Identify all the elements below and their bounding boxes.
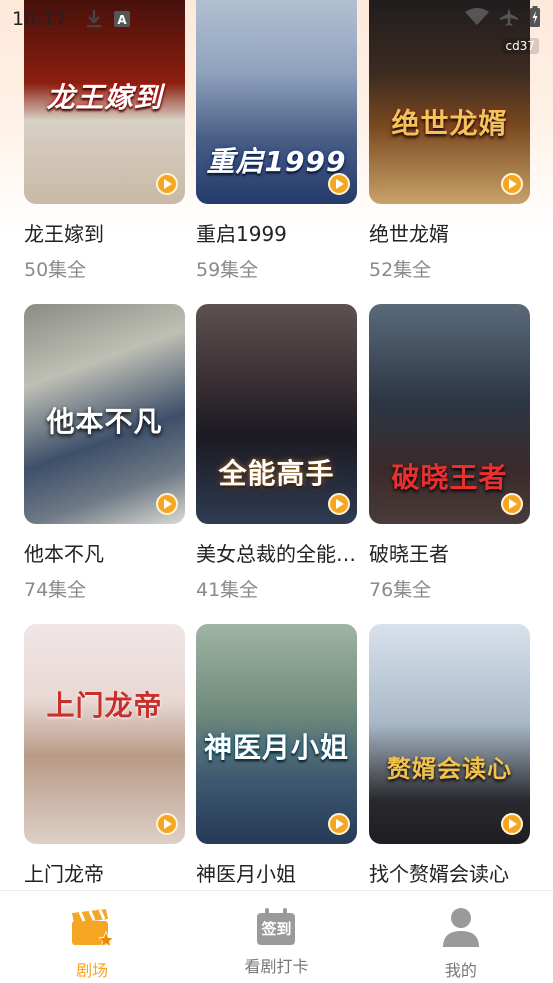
poster-title: 神医月小姐 [203, 731, 349, 764]
app-a-icon: A [113, 10, 131, 28]
drama-title: 上门龙帝 [24, 862, 104, 886]
drama-title: 绝世龙婿 [369, 222, 449, 246]
episode-count: 41集全 [196, 579, 259, 601]
drama-title: 找个赘婿会读心 [369, 862, 509, 886]
play-icon[interactable] [501, 813, 523, 835]
drama-poster[interactable]: 全能高手 [196, 304, 357, 524]
nav-theater[interactable]: 剧场 [0, 891, 184, 983]
poster-title: 他本不凡 [46, 405, 163, 438]
play-icon[interactable] [156, 493, 178, 515]
poster-title: 上门龙帝 [46, 689, 163, 722]
play-icon[interactable] [156, 813, 178, 835]
episode-count: 76集全 [369, 579, 432, 601]
drama-poster[interactable]: 赘婿会读心 [369, 624, 530, 844]
episode-count: 74集全 [24, 579, 87, 601]
drama-card[interactable]: 赘婿会读心 找个赘婿会读心 [369, 624, 530, 890]
drama-poster[interactable]: 神医月小姐 [196, 624, 357, 844]
play-icon[interactable] [328, 173, 350, 195]
bottom-nav: 剧场 签到 看剧打卡 我的 [0, 890, 553, 983]
drama-poster[interactable]: 上门龙帝 [24, 624, 185, 844]
drama-title: 美女总裁的全能高手 [196, 542, 357, 566]
nav-profile-label: 我的 [444, 961, 477, 980]
status-time: 10:17 [12, 8, 67, 30]
drama-title: 他本不凡 [24, 542, 104, 566]
drama-card[interactable]: 重启1999 重启1999 59集全 [196, 0, 357, 282]
drama-title: 龙王嫁到 [24, 222, 104, 246]
drama-title: 破晓王者 [369, 542, 449, 566]
episode-count: 59集全 [196, 259, 259, 281]
drama-poster[interactable]: 他本不凡 [24, 304, 185, 524]
drama-card[interactable]: 龙王嫁到 龙王嫁到 50集全 [24, 0, 185, 282]
drama-card[interactable]: 神医月小姐 神医月小姐 [196, 624, 357, 890]
debug-tag: cd37 [501, 38, 539, 54]
play-icon[interactable] [501, 173, 523, 195]
episode-count: 52集全 [369, 259, 432, 281]
play-icon[interactable] [156, 173, 178, 195]
poster-title: 破晓王者 [391, 461, 508, 494]
play-icon[interactable] [501, 493, 523, 515]
poster-title: 全能高手 [218, 457, 335, 490]
profile-icon [439, 907, 483, 951]
drama-card[interactable]: 上门龙帝 上门龙帝 [24, 624, 185, 890]
battery-icon [529, 6, 541, 32]
checkin-badge-text: 签到 [261, 920, 292, 938]
play-icon[interactable] [328, 493, 350, 515]
drama-card[interactable]: 全能高手 美女总裁的全能高手 41集全 [196, 304, 357, 602]
episode-count: 50集全 [24, 259, 87, 281]
drama-title: 重启1999 [196, 222, 287, 246]
nav-checkin-label: 看剧打卡 [244, 957, 309, 976]
nav-checkin[interactable]: 签到 看剧打卡 [184, 891, 368, 983]
wifi-icon [465, 8, 489, 30]
status-bar: 10:17 A [0, 0, 553, 38]
nav-theater-label: 剧场 [76, 961, 109, 980]
poster-title: 赘婿会读心 [387, 755, 512, 783]
drama-card[interactable]: 他本不凡 他本不凡 74集全 [24, 304, 185, 602]
poster-title: 龙王嫁到 [46, 81, 163, 114]
drama-title: 神医月小姐 [196, 862, 296, 886]
clapperboard-icon [70, 907, 115, 951]
drama-grid[interactable]: 龙王嫁到 龙王嫁到 50集全 重启1999 重启1999 59集全 绝世龙婿 绝… [0, 0, 553, 890]
nav-profile[interactable]: 我的 [369, 891, 553, 983]
calendar-checkin-icon: 签到 [254, 907, 298, 947]
airplane-icon [499, 7, 519, 31]
drama-card[interactable]: 破晓王者 破晓王者 76集全 [369, 304, 530, 602]
svg-text:A: A [117, 13, 127, 27]
drama-poster[interactable]: 破晓王者 [369, 304, 530, 524]
download-icon [85, 9, 103, 29]
poster-title: 绝世龙婿 [391, 107, 508, 140]
screen: 10:17 A cd37 龙王嫁到 龙王嫁到 50集全 重启1999 重启199… [0, 0, 553, 983]
play-icon[interactable] [328, 813, 350, 835]
